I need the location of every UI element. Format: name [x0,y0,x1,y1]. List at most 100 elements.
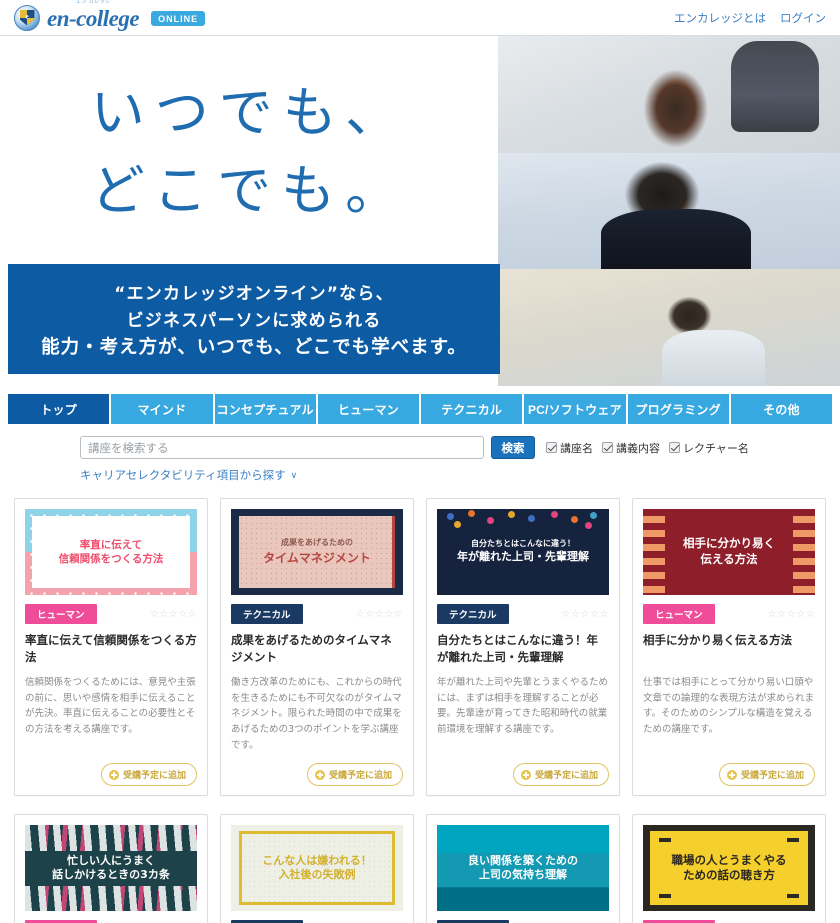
course-card[interactable]: 良い関係を築くための上司の気持ち理解 テクニカル ☆☆☆☆☆ [426,814,620,923]
course-thumbnail: こんな人は嫌われる！ 入社後の失敗例 [231,825,403,912]
thumbnail-text: 自分たちとはこんなに違う！ 年が離れた上司・先輩理解 [457,538,589,564]
thumbnail-text: 職場の人とうまくやる ための話の聴き方 [671,852,787,883]
plus-circle-icon [520,769,531,780]
course-card[interactable]: 成果をあげるための タイムマネジメント テクニカル ☆☆☆☆☆ 成果をあげるため… [220,498,414,797]
add-to-plan-button[interactable]: 受講予定に追加 [718,763,815,787]
course-card[interactable]: 職場の人とうまくやるための話の聴き方 ヒューマン ☆☆☆☆☆ [632,814,826,923]
tab-mind[interactable]: マインド [111,394,213,424]
search-input[interactable] [80,436,484,459]
card-meta: ヒューマン ☆☆☆☆☆ [25,604,197,624]
hero-headline: いつでも、 どこでも。 [0,36,500,268]
hero-photo-businesswoman [498,36,840,153]
course-card[interactable]: こんな人は嫌われる！入社後の失敗例 テクニカル ☆☆☆☆☆ [220,814,414,923]
add-to-plan-button[interactable]: 受講予定に追加 [512,763,609,787]
header-nav: エンカレッジとは ログイン [674,10,826,26]
add-button-label: 受講予定に追加 [328,771,392,782]
course-card[interactable]: 相手に分かり易く 伝える方法 ヒューマン ☆☆☆☆☆ 相手に分かり易く伝える方法 … [632,498,826,797]
course-thumbnail: 忙しい人にうまく 話しかけるときの3カ条 [25,825,197,912]
thumbnail-text: 成果をあげるための タイムマネジメント [263,538,371,565]
hero-photo-businessman-glasses [498,152,840,270]
thumbnail-text: 率直に伝えて 信頼関係をつくる方法 [58,538,164,565]
checkbox-icon [669,442,680,453]
search-filter-group: 講座名 講義内容 レクチャー名 [546,440,749,456]
category-badge: ヒューマン [25,604,97,624]
card-meta: テクニカル ☆☆☆☆☆ [437,604,609,624]
thumbnail-text: 良い関係を築くための 上司の気持ち理解 [468,853,578,882]
course-description: 年が離れた上司や先輩とうまくやるためには、まずは相手を理解することが必要。先輩達… [437,677,609,736]
course-thumbnail: 良い関係を築くための 上司の気持ち理解 [437,825,609,912]
course-thumbnail: 相手に分かり易く 伝える方法 [643,509,815,595]
course-thumbnail: 自分たちとはこんなに違う！ 年が離れた上司・先輩理解 [437,509,609,595]
checkbox-label: レクチャー名 [683,442,749,455]
add-button-label: 受講予定に追加 [122,771,186,782]
add-to-plan-button[interactable]: 受講予定に追加 [100,763,197,787]
rating-stars: ☆☆☆☆☆ [767,608,815,620]
course-card[interactable]: 自分たちとはこんなに違う！ 年が離れた上司・先輩理解 テクニカル ☆☆☆☆☆ 自… [426,498,620,797]
hero-photo-stack [498,36,840,386]
career-link-label: キャリアセレクタビリティ項目から探す [80,470,286,482]
checkbox-course-name[interactable]: 講座名 [546,440,593,456]
hero-banner-line-3: 能力・考え方が、いつでも、どこでも学べます。 [41,337,467,358]
tab-top[interactable]: トップ [8,394,110,424]
tab-other[interactable]: その他 [730,394,832,424]
rating-stars: ☆☆☆☆☆ [561,608,609,620]
hero-banner-line-1: “エンカレッジオンライン”なら、 [114,284,394,304]
hero-section: いつでも、 どこでも。 “エンカレッジオンライン”なら、 ビジネスパーソンに求め… [0,36,840,386]
course-description: 仕事では相手にとって分かり易い口頭や文章での論理的な表現方法が求められます。その… [643,677,815,736]
course-card[interactable]: 忙しい人にうまく話しかけるときの3カ条 ヒューマン ☆☆☆☆☆ [14,814,208,923]
checkbox-label: 講座名 [560,442,593,455]
category-tabs: トップ マインド コンセプチュアル ヒューマン テクニカル PC/ソフトウェア … [8,394,832,424]
course-title[interactable]: 相手に分かり易く伝える方法 [643,632,815,666]
hero-banner: “エンカレッジオンライン”なら、 ビジネスパーソンに求められる 能力・考え方が、… [8,264,500,374]
search-button[interactable]: 検索 [491,436,535,459]
checkbox-icon [602,442,613,453]
hero-photo-businessman-desk [498,269,840,386]
checkbox-lecturer-name[interactable]: レクチャー名 [669,440,749,456]
chevron-down-icon: ∨ [290,469,298,480]
nav-login[interactable]: ログイン [780,10,826,26]
online-badge: ONLINE [151,11,206,26]
logo-wordmark: エン カレッジ en-college [47,0,140,31]
hero-line-1: いつでも、 [90,82,410,143]
course-description: 信頼関係をつくるためには、意見や主張の前に、思いや感情を相手に伝えることが先決。… [25,677,196,736]
rating-stars: ☆☆☆☆☆ [149,608,197,620]
card-meta: テクニカル ☆☆☆☆☆ [231,604,403,624]
checkbox-label: 講義内容 [616,442,660,455]
course-description: 働き方改革のためにも、これからの時代を生きるためにも不可欠なのがタイムマネジメン… [231,677,402,751]
card-meta: ヒューマン ☆☆☆☆☆ [643,604,815,624]
page-root: e エン カレッジ en-college ONLINE エンカレッジとは ログイ… [0,0,840,923]
site-header: e エン カレッジ en-college ONLINE エンカレッジとは ログイ… [0,0,840,36]
hero-banner-line-2: ビジネスパーソンに求められる [126,311,382,331]
thumbnail-text: こんな人は嫌われる！ 入社後の失敗例 [262,853,372,882]
tab-technical[interactable]: テクニカル [421,394,523,424]
logo-text: en-college [47,6,140,31]
thumbnail-text: 忙しい人にうまく 話しかけるときの3カ条 [52,853,170,882]
tab-human[interactable]: ヒューマン [317,394,419,424]
category-badge: テクニカル [231,604,303,624]
course-thumbnail: 職場の人とうまくやる ための話の聴き方 [643,825,815,912]
checkbox-icon [546,442,557,453]
add-to-plan-button[interactable]: 受講予定に追加 [306,763,403,787]
career-selectability-link[interactable]: キャリアセレクタビリティ項目から探す ∨ [80,467,297,483]
course-grid-row-1: 率直に伝えて 信頼関係をつくる方法 ヒューマン ☆☆☆☆☆ 率直に伝えて信頼関係を… [0,492,840,797]
course-thumbnail: 成果をあげるための タイムマネジメント [231,509,403,595]
nav-about[interactable]: エンカレッジとは [674,10,766,26]
hero-line-2: どこでも。 [90,161,410,221]
course-title[interactable]: 率直に伝えて信頼関係をつくる方法 [25,632,197,666]
tab-programming[interactable]: プログラミング [627,394,729,424]
tab-pc-software[interactable]: PC/ソフトウェア [524,394,626,424]
crest-icon: e [14,4,40,31]
checkbox-lecture-content[interactable]: 講義内容 [602,440,660,456]
add-button-label: 受講予定に追加 [534,771,598,782]
plus-circle-icon [108,769,119,780]
thumbnail-text: 相手に分かり易く 伝える方法 [683,536,775,566]
site-logo[interactable]: e エン カレッジ en-college ONLINE [14,0,206,31]
course-card[interactable]: 率直に伝えて 信頼関係をつくる方法 ヒューマン ☆☆☆☆☆ 率直に伝えて信頼関係を… [14,498,208,797]
category-badge: ヒューマン [643,604,715,624]
course-grid-row-2: 忙しい人にうまく話しかけるときの3カ条 ヒューマン ☆☆☆☆☆ こんな人は嫌われ… [0,808,840,923]
plus-circle-icon [726,769,737,780]
tab-conceptual[interactable]: コンセプチュアル [214,394,316,424]
rating-stars: ☆☆☆☆☆ [355,608,403,620]
course-title[interactable]: 成果をあげるためのタイムマネジメント [231,632,403,666]
course-title[interactable]: 自分たちとはこんなに違う！年が離れた上司・先輩理解 [437,632,609,666]
